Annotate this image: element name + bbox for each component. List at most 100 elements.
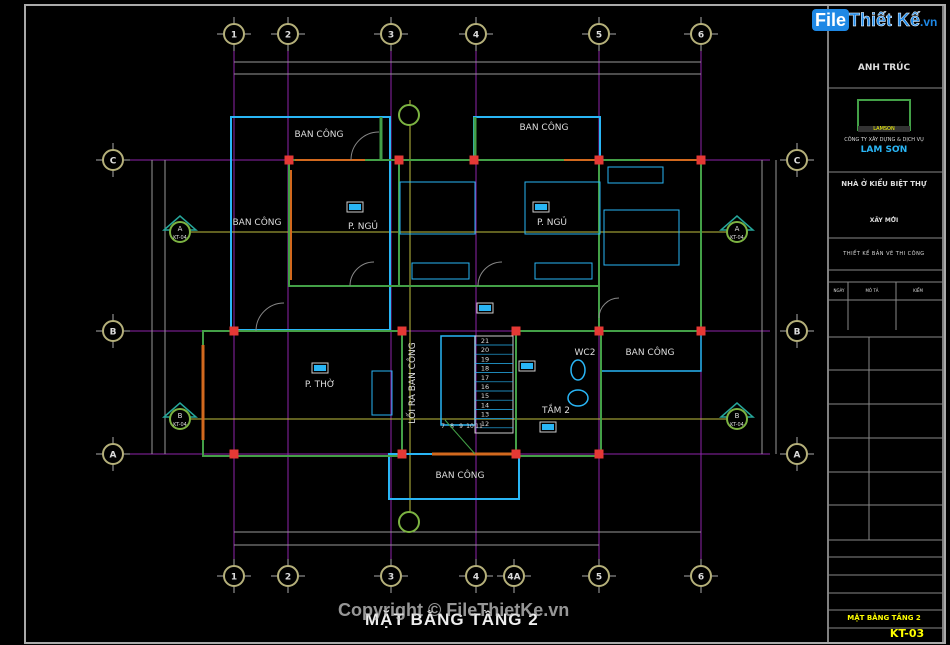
stair-step-number-bottom: 7 — [441, 423, 445, 430]
column-12 — [511, 449, 521, 459]
grid-bubble-bottom-4-label: 4 — [473, 573, 479, 583]
stair-well — [440, 335, 476, 426]
tb-sheet-title: MẶT BẰNG TẦNG 2 — [847, 614, 921, 622]
section-marker-a-right-sheet: KT-04 — [730, 235, 744, 241]
grid-bubble-bottom-6-label: 6 — [698, 573, 704, 583]
column-13 — [594, 449, 604, 459]
room-label-balcony-top-right: BAN CÔNG — [520, 121, 569, 133]
room-label-bedroom-1: P. NGỦ — [348, 220, 378, 232]
section-marker-b-right-sheet: KT-04 — [730, 422, 744, 428]
area-tag-fill-3 — [521, 363, 533, 369]
grid-bubble-right-B-label: B — [794, 328, 801, 338]
door-swing-worship — [255, 302, 285, 332]
section-marker-b-left-label: B — [178, 412, 183, 420]
door-swing-balcony — [350, 131, 380, 161]
watermark-logo: File Thiết Kế.vn — [812, 9, 938, 31]
column-4 — [696, 155, 706, 165]
column-1 — [394, 155, 404, 165]
tb-company-logo-text: LAMSON — [858, 126, 910, 132]
grid-bubble-bottom-2-label: 2 — [285, 573, 291, 583]
grid-bubble-right-C-label: C — [794, 157, 801, 167]
area-tag-fill-5 — [479, 305, 491, 311]
room-label-balcony-right: BAN CÔNG — [626, 346, 675, 358]
column-2 — [469, 155, 479, 165]
east-wall — [598, 159, 702, 332]
room-label-bedroom-2: P. NGỦ — [537, 216, 567, 228]
grid-bubble-top-6-label: 6 — [698, 31, 704, 41]
grid-bubble-bottom-1-label: 1 — [231, 573, 237, 583]
room-label-balcony-bottom: BAN CÔNG — [436, 469, 485, 481]
column-11 — [397, 449, 407, 459]
tb-phase: THIẾT KẾ BẢN VẼ THI CÔNG — [843, 251, 925, 257]
grid-bubble-top-5-label: 5 — [596, 31, 602, 41]
room-label-bath-2: TẮM 2 — [541, 403, 570, 416]
bed-3 — [603, 209, 680, 266]
grid-bubble-bottom-3-label: 3 — [388, 573, 394, 583]
tb-sheet-number: KT-03 — [889, 627, 925, 640]
grid-bubble-bottom-4A-label: 4A — [507, 573, 520, 583]
grid-bubble-left-B-label: B — [110, 328, 117, 338]
door-swing-bedroom-1 — [349, 261, 375, 287]
column-7 — [511, 326, 521, 336]
section-marker-a-right-label: A — [735, 225, 740, 233]
section-marker-a-left-label: A — [178, 225, 183, 233]
stair-step-number: 16 — [481, 383, 489, 391]
area-tag-fill-0 — [349, 204, 361, 210]
sheet-border — [24, 4, 946, 644]
column-6 — [397, 326, 407, 336]
section-marker-b-left-sheet: KT-04 — [173, 422, 187, 428]
tb-rev-check: KIỂM — [913, 288, 923, 293]
grid-bubble-right-A-label: A — [794, 451, 801, 461]
room-label-balcony-exit: LỐI RA BAN CÔNG — [405, 342, 418, 424]
wardrobe-1 — [411, 262, 470, 280]
stair-step-number: 21 — [481, 337, 489, 345]
cad-drawing-canvas: 1 2 3 4 5 61 2 3 4 4A 5 6C CB BA A21201918171615141312… — [24, 4, 946, 644]
stair-step-number: 17 — [481, 374, 489, 382]
grid-bubble-top-4-label: 4 — [473, 31, 479, 41]
column-10 — [229, 449, 239, 459]
door-swing-bedroom-2 — [477, 261, 503, 287]
grid-bubble-top-1-label: 1 — [231, 31, 237, 41]
room-label-wc2: WC2 — [575, 348, 596, 358]
section-marker-a-left-sheet: KT-04 — [173, 235, 187, 241]
tb-rev-desc: MÔ TẢ — [865, 288, 879, 293]
tb-company-line: CÔNG TY XÂY DỰNG & DỊCH VỤ — [844, 137, 924, 143]
area-tag-fill-4 — [542, 424, 554, 430]
watermark-logo-rest: Thiết Kế — [849, 10, 921, 31]
area-tag-fill-2 — [314, 365, 326, 371]
stair-step-number: 13 — [481, 411, 489, 419]
grid-bubble-bottom-5-label: 5 — [596, 573, 602, 583]
stair-step-number: 14 — [481, 401, 489, 409]
watermark-copyright: Copyright © FileThietKe.vn — [338, 600, 570, 620]
column-8 — [594, 326, 604, 336]
stair-step-number-bottom: 11 — [475, 423, 483, 430]
section-marker-vertical-bottom — [398, 511, 420, 533]
column-9 — [696, 326, 706, 336]
section-marker-b-right-label: B — [735, 412, 740, 420]
column-5 — [229, 326, 239, 336]
grid-bubble-left-C-label: C — [110, 157, 117, 167]
grid-bubble-top-3-label: 3 — [388, 31, 394, 41]
grid-bubble-top-2-label: 2 — [285, 31, 291, 41]
tb-project: NHÀ Ở KIỂU BIỆT THỰ — [841, 180, 927, 188]
sink-icon — [567, 389, 589, 407]
column-3 — [594, 155, 604, 165]
stair-step-number-bottom: 10 — [466, 423, 474, 430]
bed-1 — [399, 181, 476, 235]
stair-step-number-bottom: 9 — [459, 423, 463, 430]
tb-firm-top: ANH TRÚC — [857, 63, 911, 73]
section-marker-vertical-top — [398, 104, 420, 126]
wardrobe-2 — [534, 262, 593, 280]
area-tag-fill-1 — [535, 204, 547, 210]
room-label-worship-room: P. THỜ — [305, 378, 335, 390]
watermark-logo-suffix: .vn — [920, 15, 938, 29]
room-label-balcony-left: BAN CÔNG — [233, 216, 282, 228]
stair-step-number: 18 — [481, 365, 489, 373]
stair-step-number: 19 — [481, 355, 489, 363]
altar-table — [371, 370, 393, 416]
bedroom-2-walls — [398, 159, 600, 287]
room-label-balcony-top-left: BAN CÔNG — [295, 128, 344, 140]
door-swing-balcony-right — [598, 297, 620, 319]
tb-company-name: LAM SƠN — [860, 145, 908, 155]
toilet-icon — [570, 359, 586, 381]
